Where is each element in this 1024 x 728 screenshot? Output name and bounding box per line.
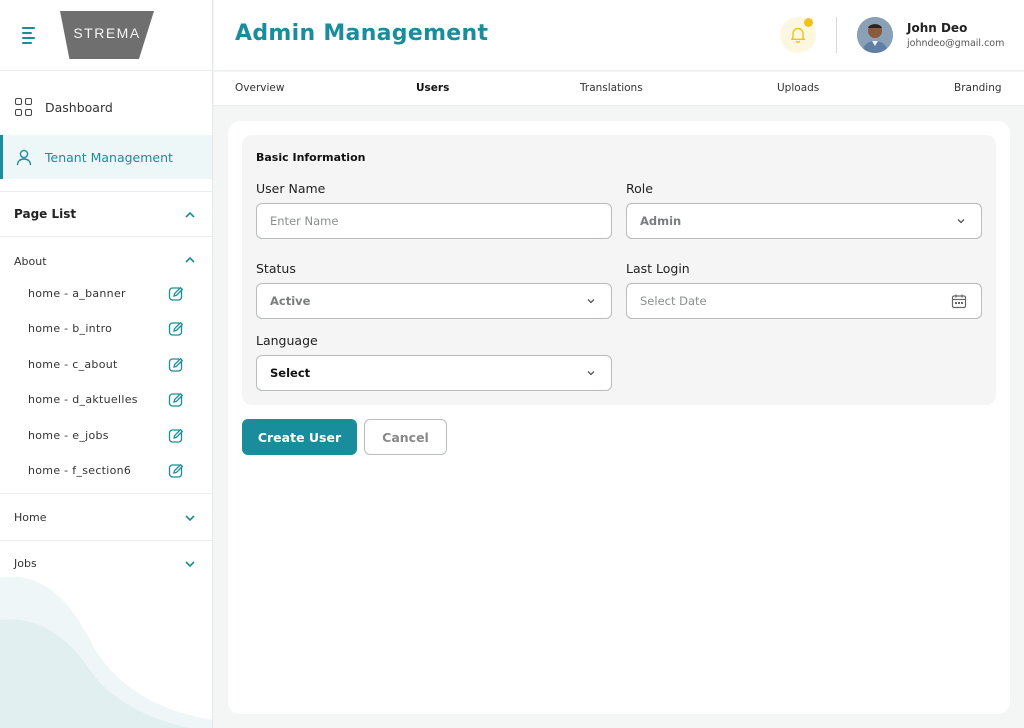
decorative-wave — [0, 576, 212, 728]
language-value: Select — [270, 366, 311, 380]
tab-uploads[interactable]: Uploads — [777, 82, 819, 94]
section-about[interactable]: About — [14, 255, 47, 268]
section-home[interactable]: Home — [14, 511, 46, 524]
role-value: Admin — [640, 214, 682, 228]
divider — [0, 540, 212, 541]
role-select[interactable]: Admin — [626, 203, 982, 239]
grid-icon — [15, 98, 33, 116]
edit-icon[interactable] — [168, 357, 184, 373]
calendar-icon[interactable] — [951, 293, 967, 309]
language-select[interactable]: Select — [256, 355, 612, 391]
page-list-title: Page List — [14, 207, 77, 221]
notification-button[interactable] — [780, 17, 816, 53]
chevron-down-icon — [587, 371, 595, 376]
cancel-button[interactable]: Cancel — [364, 419, 447, 455]
divider — [0, 191, 212, 192]
chevron-down-icon — [587, 299, 595, 304]
sidebar-item-tenant-management[interactable]: Tenant Management — [0, 135, 212, 179]
menu-icon[interactable] — [22, 27, 38, 44]
sidebar-item-label: Dashboard — [45, 99, 113, 115]
top-header: Admin Management John Deo johndeo@gmail.… — [214, 0, 1024, 71]
user-email: johndeo@gmail.com — [907, 38, 1005, 49]
divider — [0, 236, 212, 237]
section-title: Basic Information — [256, 151, 366, 164]
edit-icon[interactable] — [168, 286, 184, 302]
create-user-button[interactable]: Create User — [242, 419, 357, 455]
page-title: Admin Management — [235, 21, 489, 46]
role-label: Role — [626, 181, 653, 196]
logo: STREMA — [60, 11, 154, 59]
last-login-date-input[interactable]: Select Date — [626, 283, 982, 319]
main-card: Basic Information User Name Enter Name R… — [228, 121, 1010, 714]
edit-icon[interactable] — [168, 392, 184, 408]
tab-bar: Overview Users Translations Uploads Bran… — [214, 72, 1024, 106]
user-name-input[interactable]: Enter Name — [256, 203, 612, 239]
tab-users[interactable]: Users — [416, 82, 449, 94]
basic-information-panel: Basic Information User Name Enter Name R… — [242, 135, 996, 405]
chevron-down-icon — [957, 219, 965, 224]
divider — [0, 493, 212, 494]
tab-translations[interactable]: Translations — [580, 82, 643, 94]
divider — [836, 17, 837, 53]
sidebar: STREMA Dashboard Tenant Management Page … — [0, 0, 213, 728]
status-value: Active — [270, 294, 311, 308]
tab-branding[interactable]: Branding — [954, 82, 1002, 94]
language-label: Language — [256, 333, 318, 348]
user-name-label: User Name — [256, 181, 326, 196]
status-select[interactable]: Active — [256, 283, 612, 319]
sidebar-header: STREMA — [0, 0, 212, 71]
avatar-image — [857, 17, 893, 53]
sidebar-item-label: Tenant Management — [45, 149, 173, 165]
avatar[interactable] — [857, 17, 893, 53]
bell-icon — [791, 27, 805, 43]
edit-icon[interactable] — [168, 428, 184, 444]
user-icon — [16, 149, 32, 166]
last-login-placeholder: Select Date — [640, 294, 707, 308]
chevron-up-icon[interactable] — [184, 254, 196, 266]
edit-icon[interactable] — [168, 321, 184, 337]
edit-icon[interactable] — [168, 463, 184, 479]
status-label: Status — [256, 261, 296, 276]
last-login-label: Last Login — [626, 261, 690, 276]
user-name: John Deo — [907, 21, 968, 35]
chevron-down-icon[interactable] — [184, 512, 196, 524]
sidebar-item-dashboard[interactable]: Dashboard — [0, 85, 212, 129]
notification-badge — [804, 18, 813, 27]
tab-overview[interactable]: Overview — [235, 82, 284, 94]
chevron-up-icon[interactable] — [184, 209, 196, 221]
